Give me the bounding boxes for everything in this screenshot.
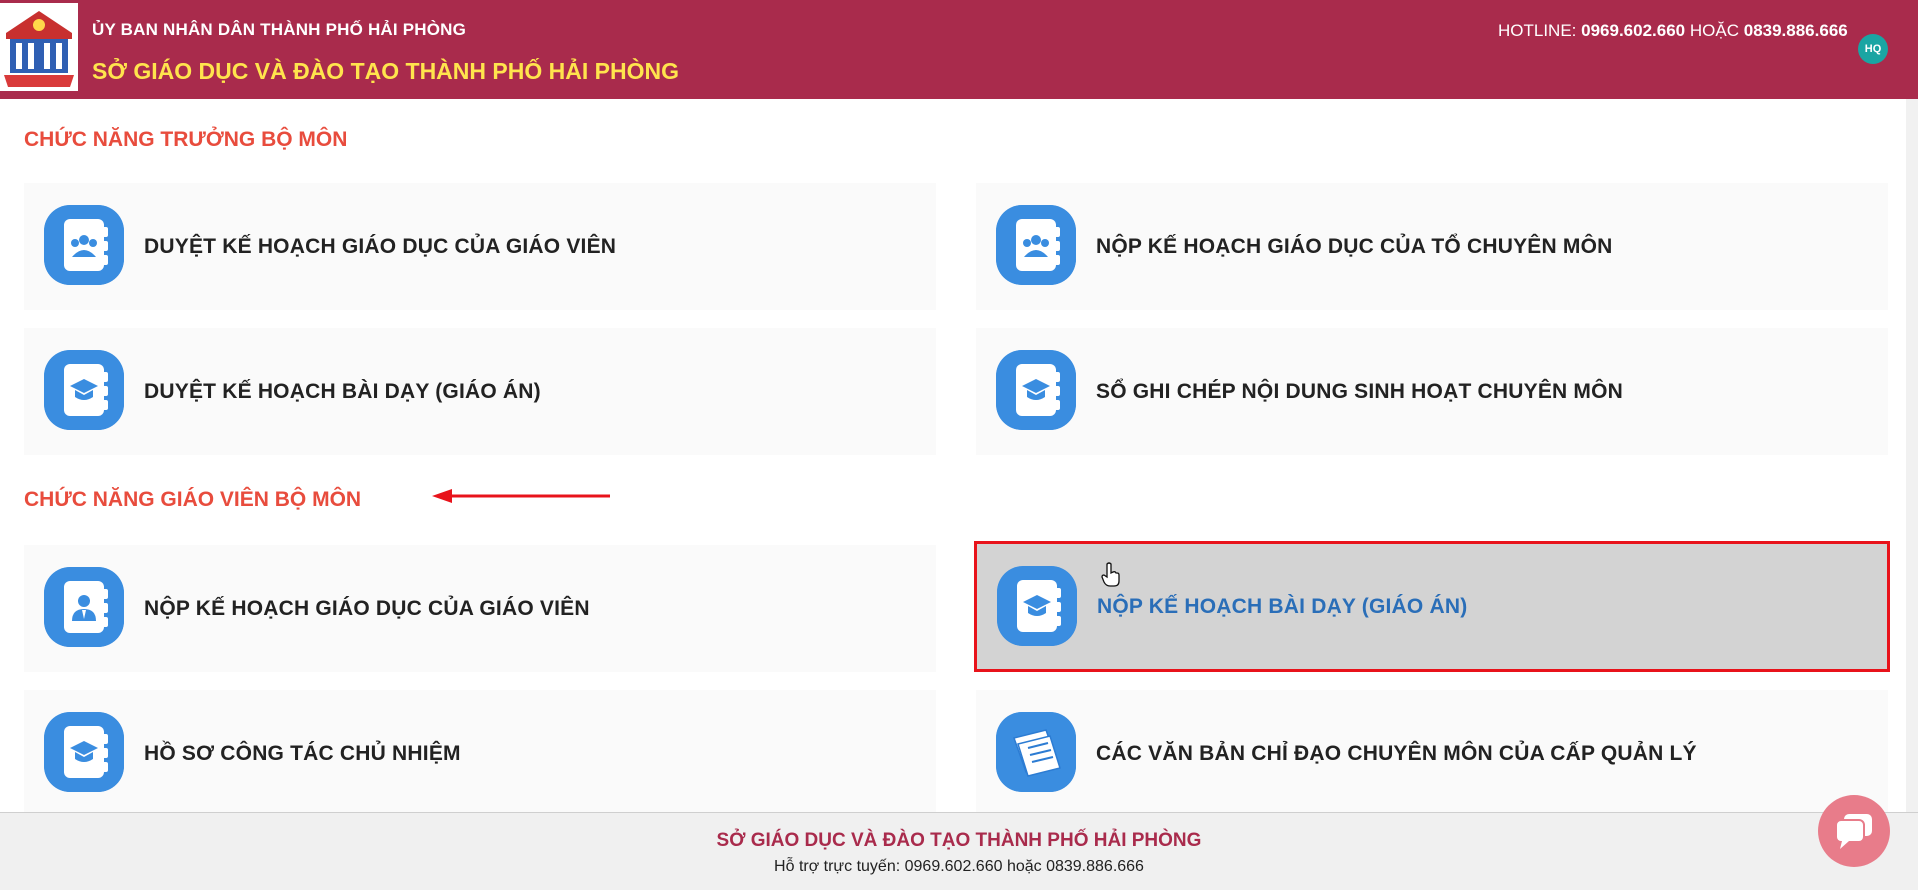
- hand-cursor-icon: [1101, 562, 1120, 587]
- section-title-head-of-department: CHỨC NĂNG TRƯỞNG BỘ MÔN: [24, 128, 348, 151]
- graduation-notebook-icon: [44, 350, 124, 430]
- card-label: NỘP KẾ HOẠCH GIÁO DỤC CỦA TỔ CHUYÊN MÔN: [1096, 234, 1613, 258]
- card-approve-lesson-plan[interactable]: DUYỆT KẾ HOẠCH BÀI DẠY (GIÁO ÁN): [24, 328, 936, 455]
- card-label: DUYỆT KẾ HOẠCH BÀI DẠY (GIÁO ÁN): [144, 379, 541, 403]
- group-notebook-icon: [996, 205, 1076, 285]
- card-label: SỔ GHI CHÉP NỘI DUNG SINH HOẠT CHUYÊN MÔ…: [1096, 379, 1624, 403]
- card-label: NỘP KẾ HOẠCH GIÁO DỤC CỦA GIÁO VIÊN: [144, 596, 590, 620]
- footer-title: SỞ GIÁO DỤC VÀ ĐÀO TẠO THÀNH PHỐ HẢI PHÒ…: [716, 830, 1202, 851]
- card-submit-lesson-plan[interactable]: NỘP KẾ HOẠCH BÀI DẠY (GIÁO ÁN): [974, 541, 1890, 672]
- user-avatar[interactable]: HQ: [1858, 34, 1888, 64]
- graduation-notebook-icon: [44, 712, 124, 792]
- annotation-arrow-icon: [432, 489, 610, 503]
- school-logo-icon[interactable]: [0, 3, 78, 91]
- department-name: SỞ GIÁO DỤC VÀ ĐÀO TẠO THÀNH PHỐ HẢI PHÒ…: [92, 58, 679, 84]
- site-footer: SỞ GIÁO DỤC VÀ ĐÀO TẠO THÀNH PHỐ HẢI PHÒ…: [0, 812, 1918, 890]
- scrollbar[interactable]: [1906, 99, 1918, 812]
- section-title-subject-teacher: CHỨC NĂNG GIÁO VIÊN BỘ MÔN: [24, 488, 362, 511]
- card-approve-teacher-plan[interactable]: DUYỆT KẾ HOẠCH GIÁO DỤC CỦA GIÁO VIÊN: [24, 183, 936, 310]
- hotline-or: HOẶC: [1689, 21, 1739, 40]
- documents-icon: [996, 712, 1076, 792]
- card-label: DUYỆT KẾ HOẠCH GIÁO DỤC CỦA GIÁO VIÊN: [144, 234, 617, 258]
- hotline-prefix: HOTLINE:: [1498, 21, 1577, 40]
- card-submit-department-plan[interactable]: NỘP KẾ HOẠCH GIÁO DỤC CỦA TỔ CHUYÊN MÔN: [976, 183, 1888, 310]
- org-name: ỦY BAN NHÂN DÂN THÀNH PHỐ HẢI PHÒNG: [92, 20, 467, 39]
- card-homeroom-records[interactable]: HỒ SƠ CÔNG TÁC CHỦ NHIỆM: [24, 690, 936, 817]
- graduation-notebook-icon: [997, 566, 1077, 646]
- hotline-phone-1: 0969.602.660: [1581, 21, 1686, 40]
- chat-bubble-icon: [1835, 814, 1872, 849]
- card-submit-teacher-plan[interactable]: NỘP KẾ HOẠCH GIÁO DỤC CỦA GIÁO VIÊN: [24, 545, 936, 672]
- chat-button[interactable]: [1818, 795, 1890, 867]
- site-header: ỦY BAN NHÂN DÂN THÀNH PHỐ HẢI PHÒNG SỞ G…: [0, 0, 1918, 99]
- card-label: HỒ SƠ CÔNG TÁC CHỦ NHIỆM: [144, 741, 461, 765]
- graduation-notebook-icon: [996, 350, 1076, 430]
- card-label: CÁC VĂN BẢN CHỈ ĐẠO CHUYÊN MÔN CỦA CẤP Q…: [1096, 741, 1697, 765]
- group-notebook-icon: [44, 205, 124, 285]
- teacher-notebook-icon: [44, 567, 124, 647]
- footer-support: Hỗ trợ trực tuyến: 0969.602.660 hoặc 083…: [774, 858, 1144, 875]
- hotline-phone-2: 0839.886.666: [1743, 21, 1848, 40]
- card-management-documents[interactable]: CÁC VĂN BẢN CHỈ ĐẠO CHUYÊN MÔN CỦA CẤP Q…: [976, 690, 1888, 817]
- card-professional-meeting-notes[interactable]: SỔ GHI CHÉP NỘI DUNG SINH HOẠT CHUYÊN MÔ…: [976, 328, 1888, 455]
- hotline: HOTLINE: 0969.602.660 HOẶC 0839.886.666: [1498, 21, 1848, 41]
- card-label: NỘP KẾ HOẠCH BÀI DẠY (GIÁO ÁN): [1097, 594, 1468, 618]
